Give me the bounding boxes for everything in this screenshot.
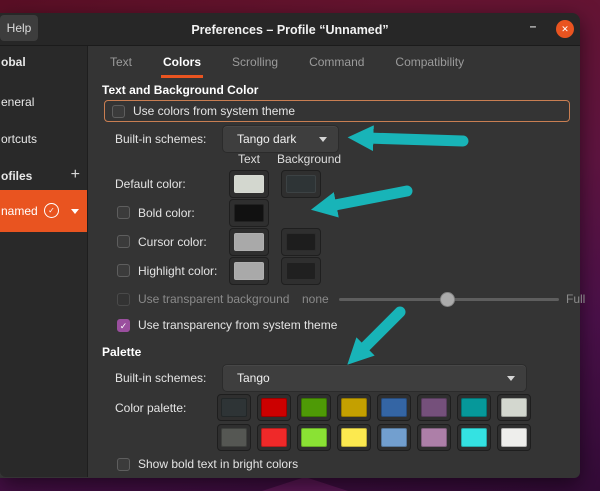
preferences-window: Help Preferences – Profile “Unnamed” – ✕… bbox=[0, 13, 580, 478]
minimize-button[interactable]: – bbox=[525, 19, 541, 33]
titlebar[interactable]: Help Preferences – Profile “Unnamed” – ✕ bbox=[0, 13, 580, 46]
palette-swatch[interactable] bbox=[257, 424, 291, 451]
show-bold-bright-checkbox[interactable] bbox=[117, 458, 130, 471]
sidebar: obal eneral ortcuts ofiles + named ✓ bbox=[0, 46, 88, 477]
palette-builtin-schemes-dropdown[interactable]: Tango bbox=[222, 364, 527, 392]
cursor-background-color-swatch[interactable] bbox=[281, 228, 321, 256]
palette-swatch[interactable] bbox=[497, 394, 531, 421]
bold-color-row: Bold color: bbox=[102, 198, 572, 227]
slider-full-label: Full bbox=[566, 292, 585, 306]
close-button[interactable]: ✕ bbox=[556, 20, 574, 38]
transparency-slider-handle[interactable] bbox=[440, 292, 455, 307]
color-palette-row-2 bbox=[102, 424, 572, 451]
palette-swatch[interactable] bbox=[497, 424, 531, 451]
highlight-color-row: Highlight color: bbox=[102, 256, 572, 285]
column-header-text: Text bbox=[229, 152, 269, 166]
palette-swatch[interactable] bbox=[297, 424, 331, 451]
sidebar-item-profiles[interactable]: ofiles + bbox=[1, 169, 87, 183]
colors-panel: Text and Background Color Use colors fro… bbox=[88, 78, 580, 477]
cursor-color-row: Cursor color: bbox=[102, 227, 572, 256]
palette-swatch[interactable] bbox=[257, 394, 291, 421]
show-bold-bright-label: Show bold text in bright colors bbox=[138, 457, 298, 471]
builtin-schemes-row: Built-in schemes: Tango dark bbox=[102, 125, 572, 153]
transparency-from-theme-row: ✓ Use transparency from system theme bbox=[102, 316, 572, 334]
default-color-row: Default color: bbox=[102, 169, 572, 198]
builtin-schemes-label: Built-in schemes: bbox=[115, 132, 206, 146]
palette-swatch[interactable] bbox=[337, 394, 371, 421]
highlight-color-checkbox[interactable] bbox=[117, 264, 130, 277]
cursor-color-checkbox[interactable] bbox=[117, 235, 130, 248]
use-transparency-from-theme-checkbox[interactable]: ✓ bbox=[117, 319, 130, 332]
builtin-schemes-dropdown[interactable]: Tango dark bbox=[222, 125, 339, 153]
cursor-text-color-swatch[interactable] bbox=[229, 228, 269, 256]
check-circle-icon: ✓ bbox=[44, 203, 59, 218]
cursor-color-label: Cursor color: bbox=[138, 235, 207, 249]
color-palette-row-1: Color palette: bbox=[102, 394, 572, 421]
default-background-color-swatch[interactable] bbox=[281, 170, 321, 198]
show-bold-bright-row: Show bold text in bright colors bbox=[102, 456, 572, 472]
highlight-color-label: Highlight color: bbox=[138, 264, 217, 278]
highlight-background-color-swatch[interactable] bbox=[281, 257, 321, 285]
section-title-text-background: Text and Background Color bbox=[102, 83, 572, 97]
palette-builtin-schemes-label: Built-in schemes: bbox=[115, 371, 206, 385]
palette-swatch[interactable] bbox=[377, 394, 411, 421]
column-header-background: Background bbox=[277, 152, 341, 166]
sidebar-item-general[interactable]: eneral bbox=[1, 95, 87, 109]
palette-swatch[interactable] bbox=[337, 424, 371, 451]
close-icon: ✕ bbox=[561, 24, 569, 35]
use-transparency-from-theme-label: Use transparency from system theme bbox=[138, 318, 337, 332]
builtin-scheme-value: Tango dark bbox=[237, 132, 296, 146]
default-color-label: Default color: bbox=[115, 177, 186, 191]
bold-color-checkbox[interactable] bbox=[117, 206, 130, 219]
palette-swatch[interactable] bbox=[457, 424, 491, 451]
palette-schemes-row: Built-in schemes: Tango bbox=[102, 364, 572, 392]
tab-compatibility[interactable]: Compatibility bbox=[393, 46, 466, 78]
swatch-column-headers: Text Background bbox=[102, 152, 572, 166]
desktop-background: Help Preferences – Profile “Unnamed” – ✕… bbox=[0, 0, 600, 491]
use-transparent-background-label: Use transparent background bbox=[138, 292, 289, 306]
tab-bar: Text Colors Scrolling Command Compatibil… bbox=[88, 46, 580, 78]
section-title-palette: Palette bbox=[102, 345, 572, 359]
slider-none-label: none bbox=[302, 292, 329, 306]
palette-swatch[interactable] bbox=[297, 394, 331, 421]
sidebar-item-global[interactable]: obal bbox=[1, 55, 87, 69]
sidebar-item-profile-unnamed[interactable]: named ✓ bbox=[0, 190, 87, 232]
palette-scheme-value: Tango bbox=[237, 371, 270, 385]
tab-colors[interactable]: Colors bbox=[161, 46, 203, 78]
palette-swatch[interactable] bbox=[377, 424, 411, 451]
tab-text[interactable]: Text bbox=[108, 46, 134, 78]
tab-command[interactable]: Command bbox=[307, 46, 366, 78]
tab-scrolling[interactable]: Scrolling bbox=[230, 46, 280, 78]
bold-color-label: Bold color: bbox=[138, 206, 195, 220]
add-profile-button[interactable]: + bbox=[71, 169, 80, 183]
help-label: Help bbox=[7, 21, 32, 35]
palette-swatch[interactable] bbox=[457, 394, 491, 421]
highlight-text-color-swatch[interactable] bbox=[229, 257, 269, 285]
bold-color-swatch[interactable] bbox=[229, 199, 269, 227]
use-system-theme-row[interactable]: Use colors from system theme bbox=[104, 100, 570, 122]
wallpaper-wedge bbox=[262, 477, 348, 491]
profile-label: named bbox=[1, 204, 38, 218]
menubar-help-item[interactable]: Help bbox=[0, 15, 38, 41]
use-system-theme-checkbox[interactable] bbox=[112, 105, 125, 118]
palette-swatch[interactable] bbox=[217, 424, 251, 451]
transparent-background-row: Use transparent background none Full bbox=[102, 290, 572, 308]
chevron-down-icon[interactable] bbox=[71, 209, 79, 214]
use-transparent-background-checkbox[interactable] bbox=[117, 293, 130, 306]
chevron-down-icon bbox=[507, 376, 515, 381]
content-area: Text Colors Scrolling Command Compatibil… bbox=[88, 46, 580, 477]
use-system-theme-label: Use colors from system theme bbox=[133, 104, 295, 118]
default-text-color-swatch[interactable] bbox=[229, 170, 269, 198]
color-palette-label: Color palette: bbox=[115, 401, 186, 415]
sidebar-item-shortcuts[interactable]: ortcuts bbox=[1, 132, 87, 146]
window-title: Preferences – Profile “Unnamed” bbox=[60, 13, 520, 46]
palette-swatch[interactable] bbox=[417, 394, 451, 421]
palette-swatch[interactable] bbox=[417, 424, 451, 451]
chevron-down-icon bbox=[319, 137, 327, 142]
palette-swatch[interactable] bbox=[217, 394, 251, 421]
